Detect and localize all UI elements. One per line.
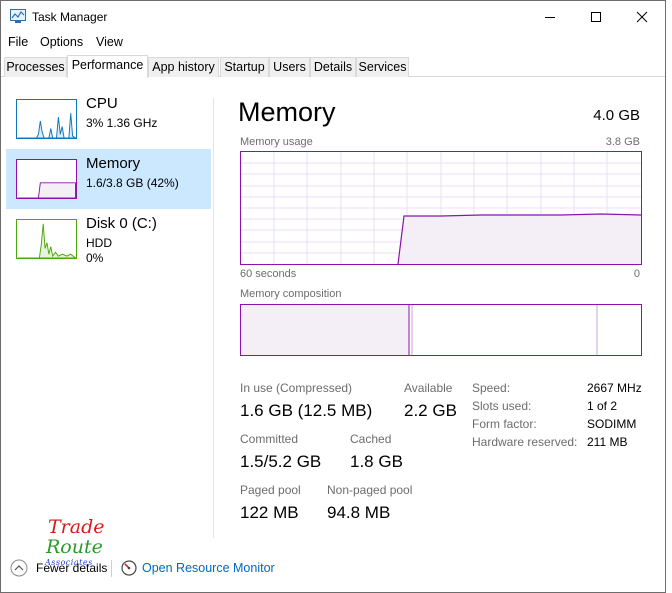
composition-in-use — [241, 305, 409, 355]
sidebar-value-memory: 1.6/3.8 GB (42%) — [86, 176, 179, 190]
cached-label: Cached — [350, 432, 392, 446]
open-resource-monitor-link[interactable]: Open Resource Monitor — [142, 561, 275, 575]
task-manager-app-icon — [10, 9, 26, 23]
sidebar-item-disk[interactable]: Disk 0 (C:) HDD 0% — [6, 209, 211, 269]
tab-strip: Processes Performance App history Startu… — [1, 55, 665, 78]
sidebar-value-cpu: 3% 1.36 GHz — [86, 116, 158, 130]
menu-file[interactable]: File — [8, 35, 28, 49]
cached-value: 1.8 GB — [350, 452, 403, 471]
memory-total: 4.0 GB — [593, 107, 640, 124]
panel-divider — [213, 98, 214, 538]
sidebar-type-disk: HDD — [86, 236, 112, 250]
close-icon — [636, 11, 648, 22]
nonpaged-pool-value: 94.8 MB — [327, 503, 391, 522]
memory-usage-area — [398, 214, 641, 264]
minimize-button[interactable] — [527, 1, 573, 32]
committed-label: Committed — [240, 432, 299, 446]
tab-startup[interactable]: Startup — [220, 57, 269, 77]
tab-details[interactable]: Details — [310, 57, 356, 77]
close-button[interactable] — [619, 1, 665, 32]
maximize-icon — [591, 11, 601, 22]
spec-value-form-factor: SODIMM — [587, 417, 637, 431]
paged-pool-label: Paged pool — [240, 483, 301, 497]
in-use-label: In use (Compressed) — [240, 381, 353, 395]
spec-label-hardware-reserved: Hardware reserved: — [472, 435, 578, 449]
watermark-line-1: Trade — [48, 516, 105, 538]
tab-processes[interactable]: Processes — [4, 57, 67, 77]
chevron-up-icon[interactable] — [10, 559, 28, 577]
tab-services[interactable]: Services — [356, 57, 409, 77]
page-title: Memory — [238, 97, 336, 127]
committed-value: 1.5/5.2 GB — [240, 452, 322, 471]
memory-usage-max: 3.8 GB — [605, 136, 640, 148]
available-label: Available — [404, 381, 453, 395]
sidebar-label-cpu: CPU — [86, 95, 118, 112]
memory-usage-graph — [240, 151, 642, 265]
title-bar[interactable]: Task Manager — [1, 1, 665, 32]
footer-bar: Fewer details Open Resource Monitor — [1, 556, 665, 582]
watermark-line-2: Route — [46, 536, 103, 558]
spec-label-speed: Speed: — [472, 381, 511, 395]
memory-composition-bar — [240, 304, 642, 356]
disk-thumbnail-graph — [16, 219, 77, 259]
tab-users[interactable]: Users — [269, 57, 310, 77]
menu-bar: File Options View — [1, 32, 665, 52]
task-manager-window: Task Manager File Options View Processes… — [0, 0, 666, 593]
spec-value-hardware-reserved: 211 MB — [587, 435, 628, 449]
memory-thumbnail-graph — [16, 159, 77, 199]
minimize-icon — [545, 16, 555, 18]
memory-composition-label: Memory composition — [240, 288, 342, 300]
menu-options[interactable]: Options — [40, 35, 83, 49]
spec-value-speed: 2667 MHz — [587, 381, 642, 395]
nonpaged-pool-label: Non-paged pool — [327, 483, 413, 497]
cpu-thumbnail-graph — [16, 99, 77, 139]
fewer-details-button[interactable]: Fewer details — [36, 561, 107, 575]
footer-divider — [111, 560, 112, 577]
spec-label-slots: Slots used: — [472, 399, 532, 413]
tab-performance[interactable]: Performance — [67, 55, 148, 78]
sidebar-item-cpu[interactable]: CPU 3% 1.36 GHz — [6, 89, 211, 149]
sidebar-value-disk: 0% — [86, 251, 104, 265]
available-value: 2.2 GB — [404, 401, 457, 420]
sidebar-item-memory[interactable]: Memory 1.6/3.8 GB (42%) — [6, 149, 211, 209]
maximize-button[interactable] — [573, 1, 619, 32]
menu-view[interactable]: View — [96, 35, 123, 49]
paged-pool-value: 122 MB — [240, 503, 299, 522]
sidebar-label-memory: Memory — [86, 155, 141, 172]
spec-value-slots: 1 of 2 — [587, 399, 618, 413]
spec-label-form-factor: Form factor: — [472, 417, 537, 431]
tab-app-history[interactable]: App history — [148, 57, 219, 77]
in-use-value: 1.6 GB (12.5 MB) — [240, 401, 373, 420]
time-end-label: 0 — [633, 268, 640, 280]
resource-monitor-icon[interactable] — [121, 560, 137, 576]
sidebar-label-disk: Disk 0 (C:) — [86, 215, 157, 232]
memory-usage-label: Memory usage — [240, 136, 313, 148]
time-range-label: 60 seconds — [240, 268, 297, 280]
window-title: Task Manager — [32, 10, 108, 24]
